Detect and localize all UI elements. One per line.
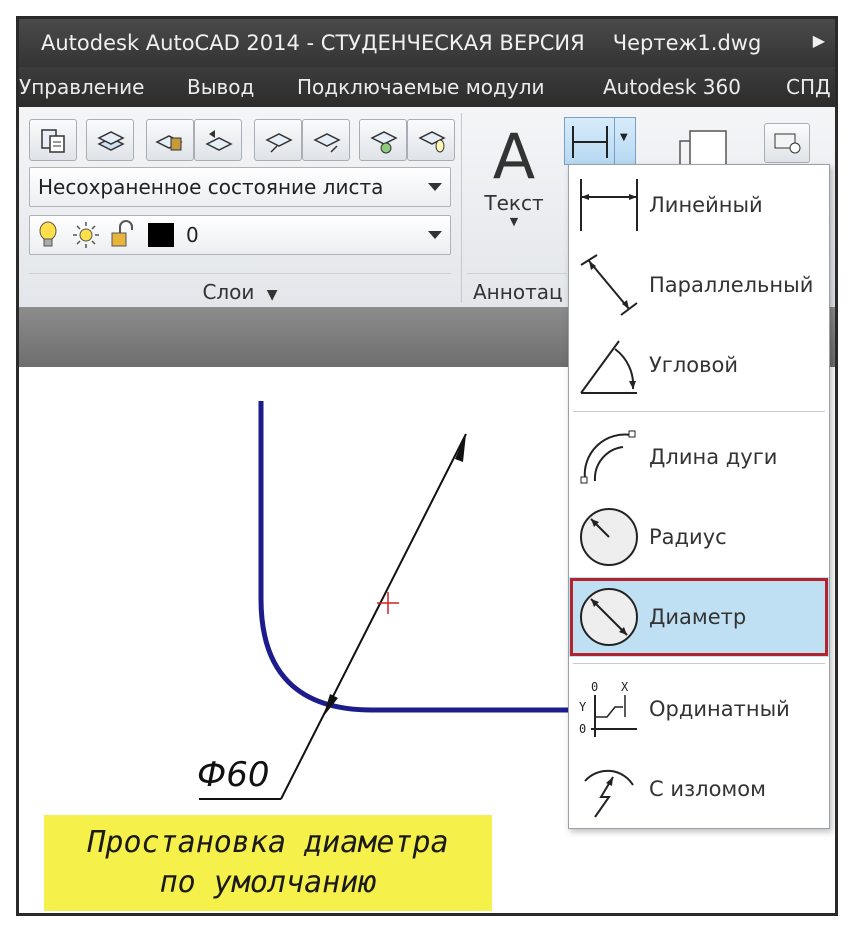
layer-move-icon [265,133,293,153]
menu-item-radius[interactable]: Радиус [569,497,829,577]
caption-line-2: по умолчанию [159,865,377,900]
layers-panel-title[interactable]: Слои ▼ [29,273,451,310]
linear-dimension-icon [572,126,608,158]
chevron-down-icon: ▼ [509,215,519,228]
svg-text:X: X [621,680,629,694]
sun-icon [73,222,99,248]
layer-freeze-icon [418,131,446,153]
layer-properties-icon [41,129,65,153]
layer-isolate-button[interactable] [359,119,407,161]
color-swatch [148,223,174,247]
diameter-dimension-line[interactable] [280,433,467,800]
layer-state-combo[interactable]: Несохраненное состояние листа [29,167,451,207]
layers-panel-label: Слои [202,280,255,304]
caption-line-1: Простановка диаметра [87,825,449,860]
text-tool-glyph: A [492,120,536,193]
menu-item-label: Ординатный [649,697,790,721]
layer-previous-button[interactable] [194,119,242,161]
menu-item-label: Диаметр [649,605,747,629]
tab-manage[interactable]: Управление [19,75,144,99]
caption-box: Простановка диаметра по умолчанию [44,815,492,911]
layer-match-icon [155,135,183,151]
center-mark [377,592,399,614]
tab-addins[interactable]: Подключаемые модули [297,75,545,99]
lightbulb-icon [39,221,57,247]
menu-item-label: Параллельный [649,273,814,297]
ordinate-icon: 0 X Y 0 [579,680,637,737]
dimension-type-menu: Линейный Параллельный Угловой Длина дуги… [568,164,830,829]
dimension-arrow-top [455,434,466,462]
layer-state-button[interactable] [86,119,134,161]
ribbon-tabs: Управление Вывод Подключаемые модули Aut… [19,67,835,107]
layer-previous-icon [205,130,233,151]
panel-divider [461,113,462,303]
tab-output[interactable]: Вывод [187,75,254,99]
diameter-icon [580,588,638,646]
menu-item-diameter[interactable]: Диаметр [569,577,829,657]
menu-item-label: Угловой [649,353,738,377]
aligned-dimension-icon [580,254,638,316]
linear-dimension-icon [580,179,638,231]
menu-item-jogged[interactable]: С изломом [569,749,829,829]
menu-item-label: С изломом [649,777,766,801]
svg-text:0: 0 [579,722,586,736]
svg-text:0: 0 [591,680,598,694]
markup-icon [774,133,801,154]
layer-match-button[interactable] [146,119,194,161]
svg-text:Y: Y [579,700,587,714]
chevron-down-icon: ▼ [620,132,628,143]
text-tool-button[interactable]: A Текст ▼ [474,123,554,243]
layer-combo[interactable]: 0 [29,215,451,255]
layer-stack-icon [97,131,125,151]
layer-move-button[interactable] [254,119,302,161]
menu-item-label: Радиус [649,525,727,549]
markup-button[interactable] [764,123,810,163]
tab-autodesk-360[interactable]: Autodesk 360 [603,75,741,99]
menu-item-arc-length[interactable]: Длина дуги [569,417,829,497]
annotation-panel-title[interactable]: Аннотац [467,273,567,310]
layer-state-value: Несохраненное состояние листа [38,175,384,199]
layer-status-icons [39,220,174,248]
dimension-text[interactable]: Ф60 [197,755,270,795]
jogged-icon [584,769,634,818]
menu-separator [573,411,825,412]
arc-length-icon [580,430,636,484]
chevron-down-icon [428,183,442,191]
menu-item-label: Длина дуги [649,445,778,469]
menu-item-label: Линейный [649,193,763,217]
chevron-down-icon [428,231,442,239]
layer-copy-icon [313,133,341,153]
layer-copy-button[interactable] [302,119,350,161]
layer-freeze-button[interactable] [407,119,455,161]
text-tool-label: Текст [484,191,544,215]
angular-dimension-icon [580,340,637,394]
title-bar: Autodesk AutoCAD 2014 - СТУДЕНЧЕСКАЯ ВЕР… [19,19,835,67]
document-filename: Чертеж1.dwg [612,31,762,55]
layer-properties-button[interactable] [29,119,77,161]
menu-item-angular[interactable]: Угловой [569,325,829,405]
dimension-split-button[interactable]: ▼ [564,117,636,165]
annotation-panel-label: Аннотац [473,280,563,304]
expand-arrow-icon[interactable]: ▶ [813,31,825,50]
chevron-down-icon: ▼ [266,287,278,303]
layer-name-value: 0 [186,223,199,247]
menu-separator [573,663,825,664]
radius-icon [580,508,638,566]
menu-item-aligned[interactable]: Параллельный [569,245,829,325]
window-title: Autodesk AutoCAD 2014 - СТУДЕНЧЕСКАЯ ВЕР… [41,31,585,55]
dimension-dropdown-arrow[interactable]: ▼ [614,118,635,164]
menu-item-linear[interactable]: Линейный [569,165,829,245]
app-window: Autodesk AutoCAD 2014 - СТУДЕНЧЕСКАЯ ВЕР… [16,16,838,916]
menu-item-ordinate[interactable]: 0 X Y 0 Ординатный [569,669,829,749]
drawing-object-curve[interactable] [258,401,579,713]
unlock-icon [111,220,133,247]
layer-isolate-icon [370,131,398,154]
tab-spds[interactable]: СПД [786,75,831,99]
